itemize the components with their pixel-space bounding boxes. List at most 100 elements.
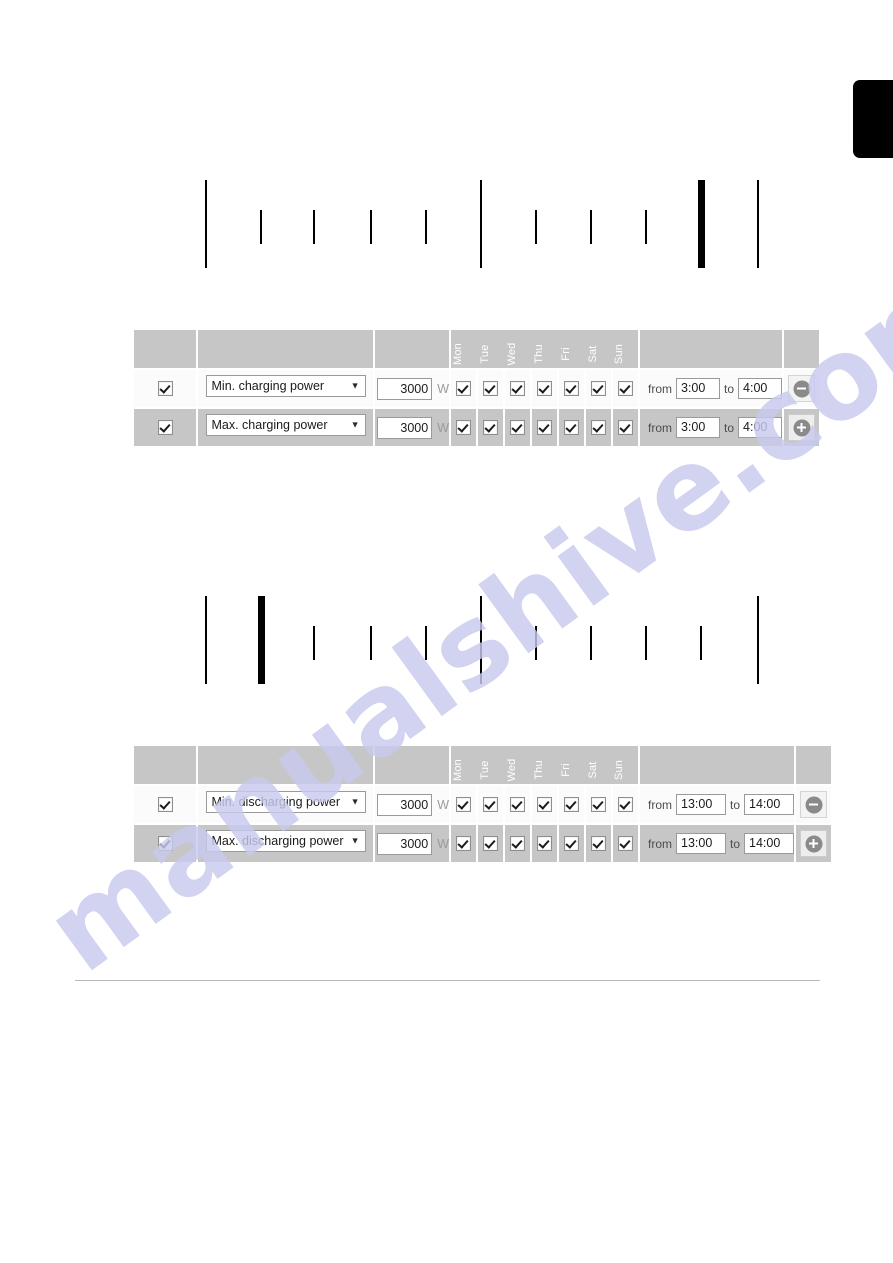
row-kind-cell[interactable]: Min. charging power ▼ (197, 368, 375, 408)
day-checkbox-fri[interactable] (564, 796, 579, 812)
day-cell-sun[interactable] (612, 368, 640, 408)
day-checkbox-mon[interactable] (456, 419, 471, 435)
day-cell-tue[interactable] (477, 784, 505, 824)
header-day-mon: Mon (450, 330, 477, 369)
to-time-input[interactable]: 4:00 (738, 417, 783, 438)
row-enable-cell[interactable] (134, 407, 198, 446)
enable-checkbox[interactable] (157, 796, 173, 812)
remove-row-button[interactable] (800, 791, 828, 818)
day-cell-tue[interactable] (477, 407, 505, 446)
day-checkbox-sun[interactable] (618, 835, 633, 851)
day-checkbox-mon[interactable] (456, 835, 471, 851)
day-cell-mon[interactable] (450, 823, 478, 862)
row-kind-cell[interactable]: Max. discharging power ▼ (197, 823, 375, 862)
day-cell-sat[interactable] (585, 368, 613, 408)
from-time-input[interactable]: 3:00 (676, 417, 720, 438)
day-checkbox-sun[interactable] (618, 419, 633, 435)
add-row-button[interactable] (788, 414, 816, 441)
row-enable-cell[interactable] (134, 784, 198, 824)
remove-row-button[interactable] (788, 375, 816, 402)
row-value-cell[interactable]: 3000 W (374, 407, 451, 446)
day-checkbox-thu[interactable] (537, 835, 552, 851)
add-row-button[interactable] (800, 830, 828, 857)
row-action-cell[interactable] (795, 784, 832, 824)
day-cell-wed[interactable] (504, 823, 532, 862)
from-time-input[interactable]: 3:00 (676, 378, 720, 399)
day-checkbox-sun[interactable] (618, 380, 633, 396)
day-cell-fri[interactable] (558, 368, 586, 408)
power-value-input[interactable]: 3000 (377, 377, 433, 400)
day-cell-sun[interactable] (612, 407, 640, 446)
day-checkbox-wed[interactable] (510, 419, 525, 435)
row-action-cell[interactable] (795, 823, 832, 862)
day-cell-sun[interactable] (612, 823, 640, 862)
day-cell-mon[interactable] (450, 784, 478, 824)
day-checkbox-sat[interactable] (591, 796, 606, 812)
day-cell-thu[interactable] (531, 784, 559, 824)
day-checkbox-wed[interactable] (510, 380, 525, 396)
power-value-input[interactable]: 3000 (377, 793, 433, 816)
day-cell-tue[interactable] (477, 368, 505, 408)
header-action (783, 330, 820, 369)
day-checkbox-sat[interactable] (591, 380, 606, 396)
day-checkbox-mon[interactable] (456, 796, 471, 812)
enable-checkbox[interactable] (157, 835, 173, 851)
header-kind (197, 746, 375, 785)
row-action-cell[interactable] (783, 407, 820, 446)
day-checkbox-sat[interactable] (591, 419, 606, 435)
day-cell-wed[interactable] (504, 784, 532, 824)
day-checkbox-tue[interactable] (483, 796, 498, 812)
row-value-cell[interactable]: 3000 W (374, 823, 451, 862)
row-enable-cell[interactable] (134, 368, 198, 408)
day-cell-thu[interactable] (531, 368, 559, 408)
power-value-input[interactable]: 3000 (377, 416, 433, 439)
day-cell-fri[interactable] (558, 784, 586, 824)
day-checkbox-tue[interactable] (483, 380, 498, 396)
header-timerange (639, 746, 797, 785)
day-checkbox-thu[interactable] (537, 419, 552, 435)
day-cell-sat[interactable] (585, 407, 613, 446)
day-checkbox-fri[interactable] (564, 380, 579, 396)
day-checkbox-mon[interactable] (456, 380, 471, 396)
power-type-select[interactable]: Min. discharging power ▼ (205, 791, 366, 813)
day-checkbox-tue[interactable] (483, 835, 498, 851)
enable-checkbox[interactable] (157, 419, 173, 435)
day-cell-fri[interactable] (558, 407, 586, 446)
from-time-input[interactable]: 13:00 (676, 833, 726, 854)
day-checkbox-tue[interactable] (483, 419, 498, 435)
day-cell-sun[interactable] (612, 784, 640, 824)
row-value-cell[interactable]: 3000 W (374, 368, 451, 408)
day-cell-thu[interactable] (531, 823, 559, 862)
day-checkbox-fri[interactable] (564, 419, 579, 435)
day-cell-thu[interactable] (531, 407, 559, 446)
day-checkbox-wed[interactable] (510, 835, 525, 851)
row-action-cell[interactable] (783, 368, 820, 408)
day-cell-wed[interactable] (504, 407, 532, 446)
to-time-input[interactable]: 4:00 (738, 378, 783, 399)
day-cell-mon[interactable] (450, 407, 478, 446)
to-time-input[interactable]: 14:00 (744, 833, 795, 854)
power-value-input[interactable]: 3000 (377, 832, 433, 855)
day-cell-fri[interactable] (558, 823, 586, 862)
day-checkbox-sat[interactable] (591, 835, 606, 851)
day-checkbox-thu[interactable] (537, 796, 552, 812)
day-cell-tue[interactable] (477, 823, 505, 862)
power-type-select[interactable]: Min. charging power ▼ (205, 375, 366, 397)
row-enable-cell[interactable] (134, 823, 198, 862)
row-kind-cell[interactable]: Max. charging power ▼ (197, 407, 375, 446)
day-checkbox-sun[interactable] (618, 796, 633, 812)
day-checkbox-thu[interactable] (537, 380, 552, 396)
day-cell-wed[interactable] (504, 368, 532, 408)
day-cell-mon[interactable] (450, 368, 478, 408)
day-checkbox-wed[interactable] (510, 796, 525, 812)
enable-checkbox[interactable] (157, 380, 173, 396)
from-time-input[interactable]: 13:00 (676, 794, 726, 815)
row-value-cell[interactable]: 3000 W (374, 784, 451, 824)
day-cell-sat[interactable] (585, 823, 613, 862)
power-type-select[interactable]: Max. discharging power ▼ (205, 830, 366, 852)
day-checkbox-fri[interactable] (564, 835, 579, 851)
to-time-input[interactable]: 14:00 (744, 794, 795, 815)
power-type-select[interactable]: Max. charging power ▼ (205, 414, 366, 436)
row-kind-cell[interactable]: Min. discharging power ▼ (197, 784, 375, 824)
day-cell-sat[interactable] (585, 784, 613, 824)
